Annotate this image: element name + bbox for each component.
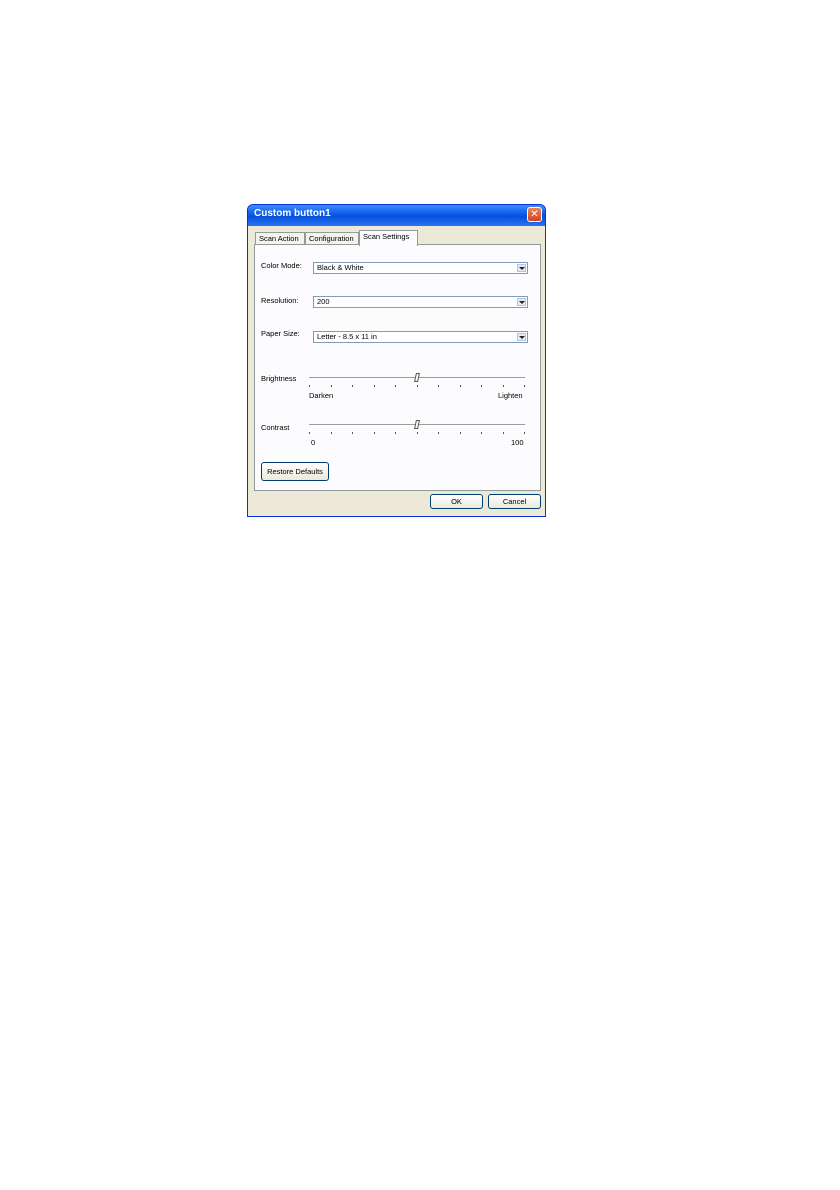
cancel-button[interactable]: Cancel bbox=[488, 494, 541, 509]
resolution-label: Resolution: bbox=[261, 296, 299, 305]
slider-tick bbox=[374, 385, 375, 387]
title-bar[interactable]: Custom button1 ✕ bbox=[248, 205, 545, 226]
slider-tick bbox=[352, 432, 353, 434]
contrast-slider[interactable] bbox=[309, 420, 525, 437]
tab-label: Configuration bbox=[309, 234, 354, 243]
paper-size-value: Letter - 8.5 x 11 in bbox=[317, 332, 377, 341]
close-icon[interactable]: ✕ bbox=[527, 207, 542, 222]
brightness-slider[interactable] bbox=[309, 373, 525, 390]
slider-tick bbox=[503, 385, 504, 387]
slider-tick bbox=[395, 385, 396, 387]
slider-ticks bbox=[309, 385, 525, 387]
slider-tick bbox=[460, 432, 461, 434]
contrast-label: Contrast bbox=[261, 423, 290, 432]
scan-settings-panel: Color Mode: Black & White Resolution: 20… bbox=[254, 244, 541, 491]
restore-defaults-button[interactable]: Restore Defaults bbox=[261, 462, 329, 481]
contrast-max-label: 100 bbox=[511, 438, 524, 447]
slider-tick bbox=[524, 385, 525, 387]
slider-tick bbox=[352, 385, 353, 387]
dialog-window: Custom button1 ✕ Scan Action Configurati… bbox=[247, 204, 546, 517]
window-title: Custom button1 bbox=[254, 208, 331, 219]
slider-tick bbox=[331, 385, 332, 387]
slider-tick bbox=[438, 385, 439, 387]
paper-size-label: Paper Size: bbox=[261, 329, 300, 338]
color-mode-label: Color Mode: bbox=[261, 261, 302, 270]
slider-tick bbox=[417, 385, 418, 387]
color-mode-value: Black & White bbox=[317, 263, 364, 272]
tab-scan-settings[interactable]: Scan Settings bbox=[359, 230, 418, 246]
slider-tick bbox=[524, 432, 525, 434]
ok-button[interactable]: OK bbox=[430, 494, 483, 509]
slider-ticks bbox=[309, 432, 525, 434]
resolution-select[interactable]: 200 bbox=[313, 296, 528, 308]
slider-tick bbox=[481, 432, 482, 434]
color-mode-select[interactable]: Black & White bbox=[313, 262, 528, 274]
tab-label: Scan Action bbox=[259, 234, 299, 243]
resolution-value: 200 bbox=[317, 297, 330, 306]
slider-tick bbox=[374, 432, 375, 434]
chevron-down-icon[interactable] bbox=[517, 333, 526, 341]
slider-tick bbox=[395, 432, 396, 434]
brightness-min-label: Darken bbox=[309, 391, 334, 400]
slider-tick bbox=[460, 385, 461, 387]
chevron-down-icon[interactable] bbox=[517, 264, 526, 272]
brightness-max-label: Lighten bbox=[498, 391, 523, 400]
slider-tick bbox=[417, 432, 418, 434]
tab-configuration[interactable]: Configuration bbox=[305, 232, 359, 244]
brightness-label: Brightness bbox=[261, 374, 297, 383]
paper-size-select[interactable]: Letter - 8.5 x 11 in bbox=[313, 331, 528, 343]
tab-label: Scan Settings bbox=[363, 232, 410, 241]
chevron-down-icon[interactable] bbox=[517, 298, 526, 306]
slider-tick bbox=[309, 432, 310, 434]
slider-tick bbox=[503, 432, 504, 434]
slider-tick bbox=[309, 385, 310, 387]
slider-tick bbox=[331, 432, 332, 434]
contrast-min-label: 0 bbox=[311, 438, 316, 447]
tab-scan-action[interactable]: Scan Action bbox=[255, 232, 305, 244]
slider-tick bbox=[481, 385, 482, 387]
slider-tick bbox=[438, 432, 439, 434]
